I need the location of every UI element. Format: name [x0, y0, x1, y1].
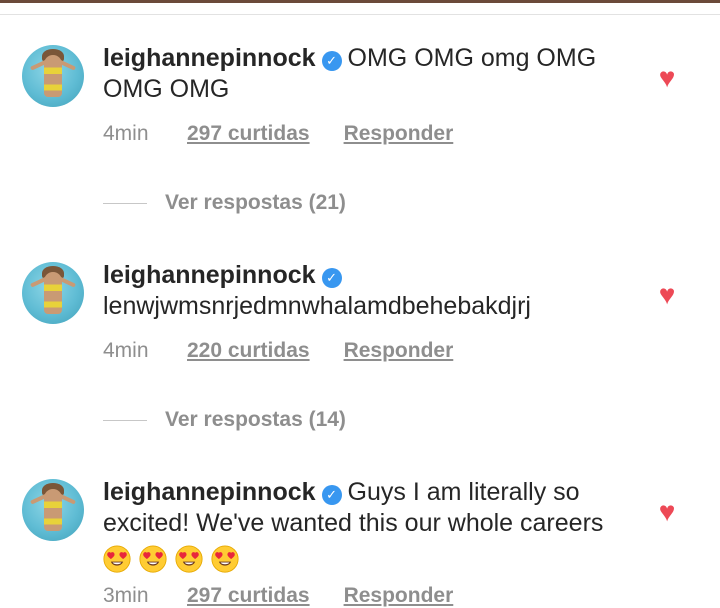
- verified-badge-icon: ✓: [321, 485, 342, 505]
- verified-badge-icon: ✓: [321, 268, 342, 288]
- avatar[interactable]: [22, 479, 84, 541]
- avatar[interactable]: [22, 262, 84, 324]
- comment-text: lenwjwmsnrjedmnwhalamdbehebakdjrj: [103, 292, 531, 320]
- username[interactable]: leighannepinnock: [103, 44, 316, 72]
- reply-button[interactable]: Responder: [344, 584, 454, 608]
- view-replies-label: Ver respostas (14): [165, 408, 346, 431]
- divider-line: [103, 419, 147, 421]
- view-replies-button[interactable]: Ver respostas (21): [103, 191, 346, 215]
- view-replies-label: Ver respostas (21): [165, 191, 346, 214]
- likes-count[interactable]: 297 curtidas: [187, 584, 310, 608]
- username[interactable]: leighannepinnock: [103, 478, 316, 506]
- comment-meta: 3min 297 curtidas Responder: [103, 584, 453, 608]
- reply-button[interactable]: Responder: [344, 339, 454, 363]
- heart-eyes-emoji-icon: [103, 545, 131, 573]
- emoji-row: [103, 543, 247, 574]
- divider-line: [103, 202, 147, 204]
- reply-button[interactable]: Responder: [344, 122, 454, 146]
- heart-eyes-emoji-icon: [211, 545, 239, 573]
- timestamp: 4min: [103, 339, 149, 362]
- top-border: [0, 0, 720, 3]
- heart-icon[interactable]: ♥: [652, 281, 682, 309]
- timestamp: 3min: [103, 584, 149, 607]
- comment-body: leighannepinnock ✓ OMG OMG omg OMG OMG OMG: [103, 43, 623, 105]
- likes-count[interactable]: 220 curtidas: [187, 339, 310, 363]
- comment-body: leighannepinnock ✓ Guys I am literally so …: [103, 477, 623, 574]
- timestamp: 4min: [103, 122, 149, 145]
- comment-meta: 4min 220 curtidas Responder: [103, 339, 453, 363]
- divider: [0, 14, 720, 15]
- verified-badge-icon: ✓: [321, 51, 342, 71]
- view-replies-button[interactable]: Ver respostas (14): [103, 408, 346, 432]
- heart-eyes-emoji-icon: [175, 545, 203, 573]
- heart-icon[interactable]: ♥: [652, 64, 682, 92]
- heart-eyes-emoji-icon: [139, 545, 167, 573]
- likes-count[interactable]: 297 curtidas: [187, 122, 310, 146]
- comment-body: leighannepinnock ✓ lenwjwmsnrjedmnwhalamdb…: [103, 260, 623, 322]
- comment-meta: 4min 297 curtidas Responder: [103, 122, 453, 146]
- heart-icon[interactable]: ♥: [652, 498, 682, 526]
- username[interactable]: leighannepinnock: [103, 261, 316, 289]
- avatar[interactable]: [22, 45, 84, 107]
